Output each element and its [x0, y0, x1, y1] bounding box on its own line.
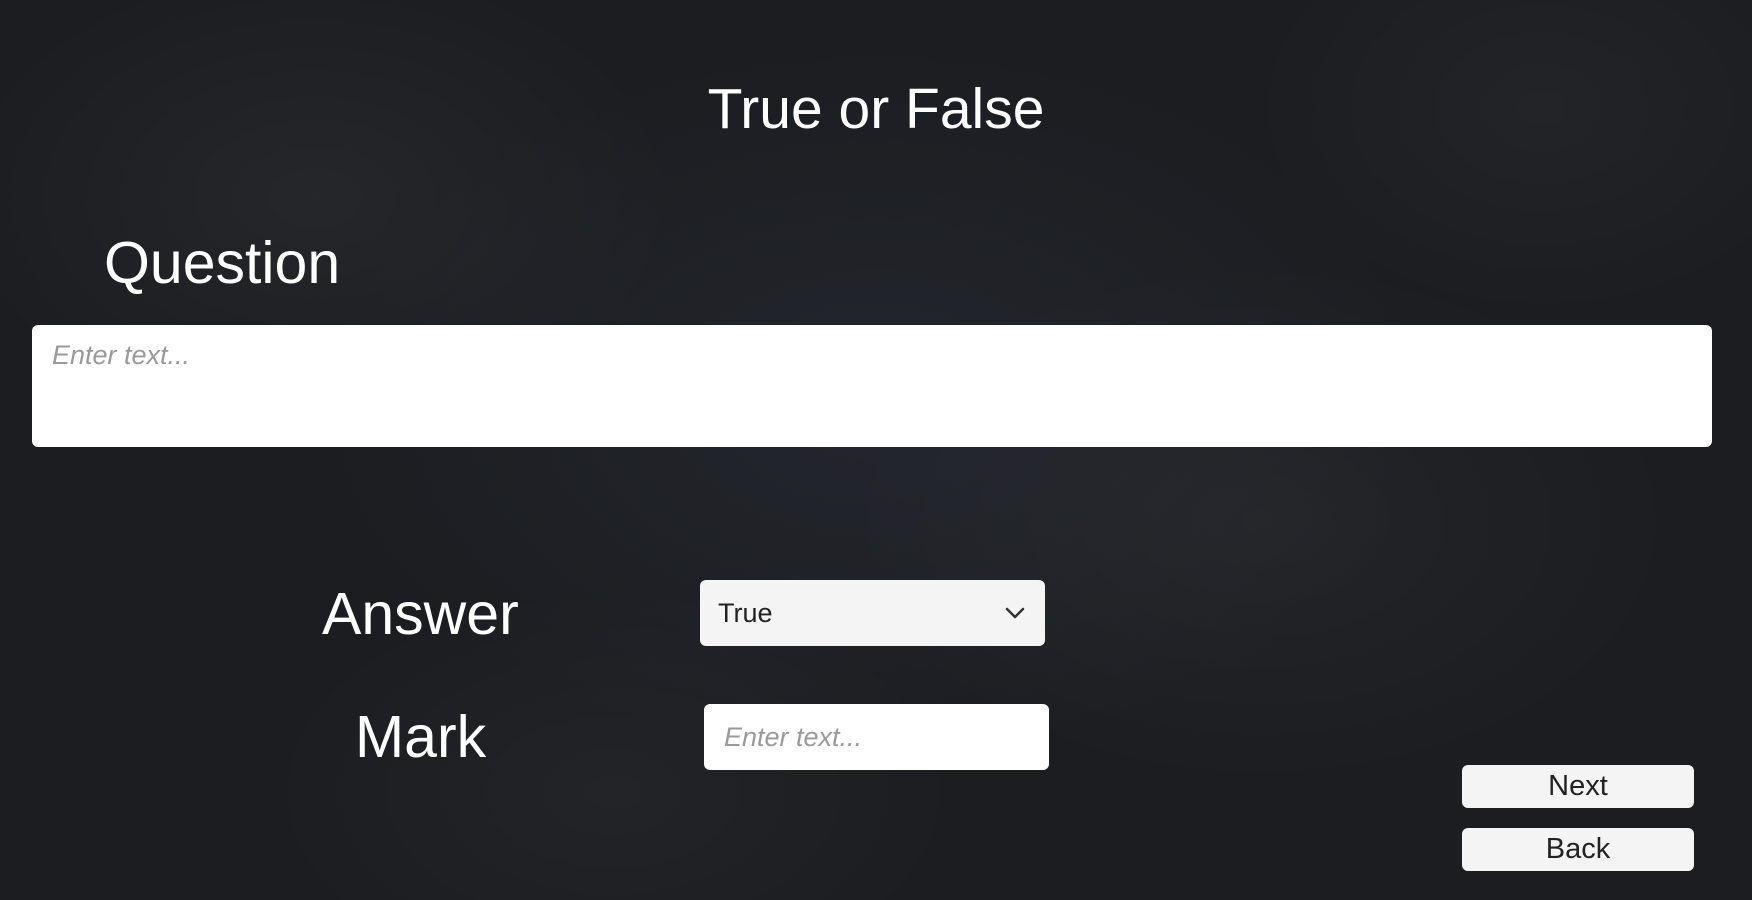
- answer-label: Answer: [322, 581, 519, 647]
- next-button[interactable]: Next: [1462, 765, 1694, 808]
- page-title: True or False: [707, 77, 1045, 141]
- back-button[interactable]: Back: [1462, 828, 1694, 871]
- chevron-down-icon: [1003, 601, 1027, 625]
- question-input[interactable]: Enter text...: [32, 325, 1712, 447]
- answer-selected-value: True: [718, 598, 773, 628]
- answer-dropdown[interactable]: True: [700, 580, 1045, 646]
- question-placeholder: Enter text...: [52, 340, 191, 370]
- mark-input[interactable]: Enter text...: [704, 704, 1049, 770]
- mark-placeholder: Enter text...: [724, 722, 863, 752]
- quiz-editor-screen: True or False Question Enter text... Ans…: [0, 0, 1752, 900]
- mark-label: Mark: [355, 704, 487, 770]
- question-label: Question: [104, 230, 341, 296]
